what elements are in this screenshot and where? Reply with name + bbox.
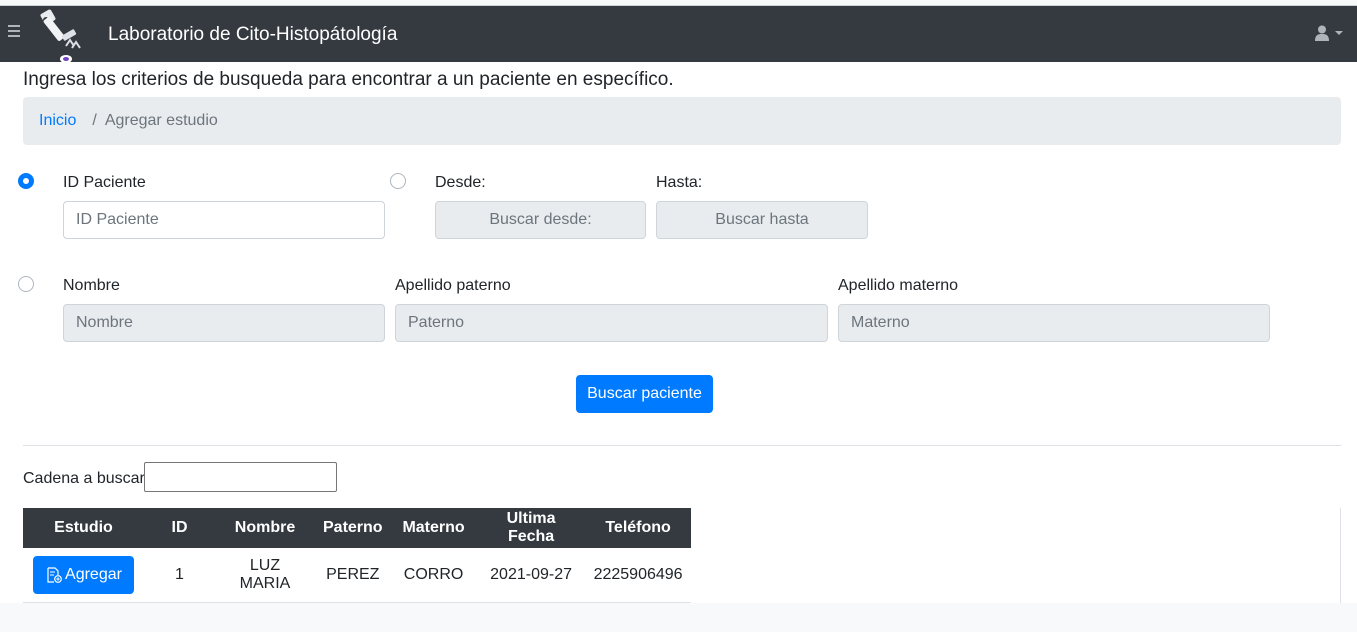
apellido-materno-input[interactable] xyxy=(838,304,1270,342)
cadena-buscar-input[interactable] xyxy=(144,462,337,492)
column-header-estudio[interactable]: Estudio xyxy=(23,508,144,548)
chevron-down-icon xyxy=(1335,31,1343,35)
app-title[interactable]: Laboratorio de Cito-Histopátología xyxy=(108,23,397,47)
document-add-icon xyxy=(47,567,62,583)
cell-telefono: 2225906496 xyxy=(585,548,691,603)
results-table: Estudio ID Nombre Paterno Materno Ultima… xyxy=(23,508,691,603)
apellido-paterno-label: Apellido paterno xyxy=(395,277,511,294)
buscar-hasta-input[interactable] xyxy=(656,201,868,239)
desde-label: Desde: xyxy=(435,174,486,191)
page-footer-area xyxy=(0,603,1357,632)
column-header-ultima-fecha[interactable]: Ultima Fecha xyxy=(476,508,586,548)
radio-fecha-rango[interactable] xyxy=(390,173,406,189)
cell-materno: CORRO xyxy=(390,548,477,603)
column-header-telefono[interactable]: Teléfono xyxy=(585,508,691,548)
results-table-container: Estudio ID Nombre Paterno Materno Ultima… xyxy=(23,508,1341,603)
nombre-label: Nombre xyxy=(63,277,120,294)
microscope-logo xyxy=(40,9,81,63)
column-header-paterno[interactable]: Paterno xyxy=(315,508,391,548)
breadcrumb-home-link[interactable]: Inicio xyxy=(39,112,76,130)
buscar-paciente-button[interactable]: Buscar paciente xyxy=(576,375,713,413)
agregar-button-label: Agregar xyxy=(65,565,122,583)
column-header-nombre[interactable]: Nombre xyxy=(215,508,315,548)
breadcrumb-current: Agregar estudio xyxy=(104,112,218,129)
page-lead-text: Ingresa los criterios de busqueda para e… xyxy=(23,69,674,90)
top-navbar: Laboratorio de Cito-Histopátología xyxy=(0,6,1357,63)
user-menu-toggle[interactable] xyxy=(1315,25,1343,41)
cell-ultima-fecha: 2021-09-27 xyxy=(476,548,586,603)
id-paciente-label: ID Paciente xyxy=(63,174,146,191)
section-divider xyxy=(23,445,1341,446)
table-row: Agregar 1 LUZ MARIA PEREZ CORRO 2021-09-… xyxy=(23,548,691,603)
agregar-button[interactable]: Agregar xyxy=(33,555,134,594)
column-header-id[interactable]: ID xyxy=(144,508,215,548)
user-icon xyxy=(1315,25,1329,41)
cadena-buscar-label: Cadena a buscar xyxy=(23,470,145,487)
hamburger-icon[interactable] xyxy=(8,25,20,41)
hasta-label: Hasta: xyxy=(656,174,703,191)
breadcrumb-separator: / xyxy=(92,112,97,129)
cell-paterno: PEREZ xyxy=(315,548,391,603)
radio-nombre[interactable] xyxy=(18,276,34,292)
cell-estudio: Agregar xyxy=(23,548,144,603)
cell-id: 1 xyxy=(144,548,215,603)
breadcrumb: Inicio / Agregar estudio xyxy=(23,97,1341,145)
apellido-paterno-input[interactable] xyxy=(395,304,828,342)
buscar-desde-input[interactable] xyxy=(435,201,646,239)
apellido-materno-label: Apellido materno xyxy=(838,277,959,294)
radio-id-paciente[interactable] xyxy=(18,173,34,189)
id-paciente-input[interactable] xyxy=(63,201,385,239)
nombre-input[interactable] xyxy=(63,304,385,342)
cell-nombre: LUZ MARIA xyxy=(215,548,315,603)
table-header-row: Estudio ID Nombre Paterno Materno Ultima… xyxy=(23,508,691,548)
column-header-materno[interactable]: Materno xyxy=(390,508,477,548)
